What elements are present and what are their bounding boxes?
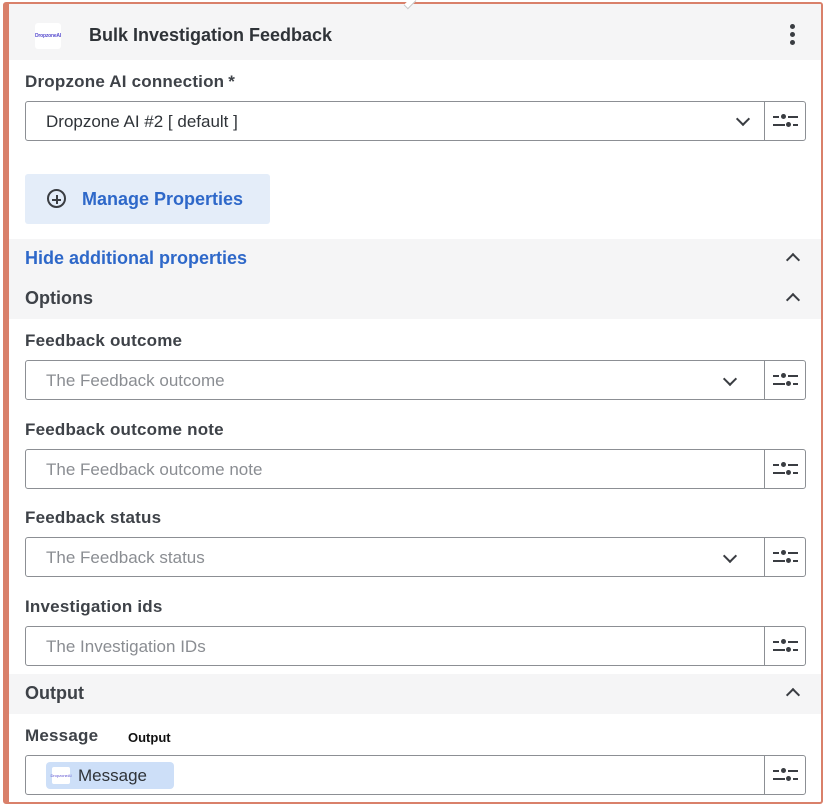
message-label: Message <box>25 726 99 745</box>
required-mark: * <box>228 72 236 91</box>
connection-select[interactable]: Dropzone AI #2 [ default ] <box>25 101 806 141</box>
feedback-outcome-note-input[interactable]: The Feedback outcome note <box>25 449 806 489</box>
feedback-outcome-note-placeholder: The Feedback outcome note <box>46 460 263 479</box>
message-input[interactable]: DropzoneAI Message <box>25 755 806 795</box>
investigation-ids-label: Investigation ids <box>25 597 163 616</box>
dropzone-logo: DropzoneAI <box>50 767 72 784</box>
hide-additional-properties-link[interactable]: Hide additional properties <box>25 248 247 269</box>
feedback-outcome-placeholder: The Feedback outcome <box>46 371 225 390</box>
panel-header: DropzoneAI Bulk Investigation Feedback <box>9 4 821 60</box>
options-section-header[interactable]: Options <box>9 279 821 319</box>
options-title: Options <box>25 288 93 308</box>
chevron-down-icon[interactable] <box>735 111 751 127</box>
chevron-down-icon[interactable] <box>722 371 738 387</box>
message-chip-label: Message <box>78 766 147 785</box>
chevron-up-icon[interactable] <box>785 252 801 268</box>
sliders-icon[interactable] <box>765 538 805 576</box>
step-panel: DropzoneAI Bulk Investigation Feedback D… <box>3 2 823 804</box>
message-variable-chip[interactable]: DropzoneAI Message <box>46 762 174 789</box>
sliders-icon[interactable] <box>765 756 805 794</box>
output-title: Output <box>25 683 84 703</box>
panel-title: Bulk Investigation Feedback <box>89 25 333 45</box>
feedback-outcome-note-label: Feedback outcome note <box>25 420 224 439</box>
investigation-ids-placeholder: The Investigation IDs <box>46 637 206 656</box>
investigation-ids-input[interactable]: The Investigation IDs <box>25 626 806 666</box>
chevron-down-icon[interactable] <box>722 548 738 564</box>
feedback-status-placeholder: The Feedback status <box>46 548 205 567</box>
chevron-up-icon[interactable] <box>785 292 801 308</box>
logo-text: DropzoneAI <box>34 33 62 39</box>
chevron-up-icon[interactable] <box>785 687 801 703</box>
connection-label-text: Dropzone AI connection <box>25 72 225 91</box>
manage-properties-label: Manage Properties <box>82 189 244 209</box>
feedback-outcome-label: Feedback outcome <box>25 331 183 350</box>
sliders-icon[interactable] <box>765 102 805 140</box>
feedback-status-select[interactable]: The Feedback status <box>25 537 806 577</box>
output-tag: Output <box>128 730 171 745</box>
sliders-icon[interactable] <box>765 627 805 665</box>
manage-properties-button[interactable]: Manage Properties <box>25 174 270 224</box>
dropzone-logo: DropzoneAI <box>35 23 61 49</box>
feedback-status-label: Feedback status <box>25 508 162 527</box>
sliders-icon[interactable] <box>765 450 805 488</box>
feedback-outcome-select[interactable]: The Feedback outcome <box>25 360 806 400</box>
additional-properties-toggle[interactable]: Hide additional properties <box>9 239 821 279</box>
kebab-menu-icon[interactable] <box>783 24 801 50</box>
sliders-icon[interactable] <box>765 361 805 399</box>
output-section-header[interactable]: Output <box>9 674 821 714</box>
connection-value: Dropzone AI #2 [ default ] <box>46 112 238 131</box>
chip-logo-text: DropzoneAI <box>50 773 72 778</box>
plus-circle-icon <box>47 189 66 208</box>
connection-label: Dropzone AI connection * <box>25 72 235 92</box>
